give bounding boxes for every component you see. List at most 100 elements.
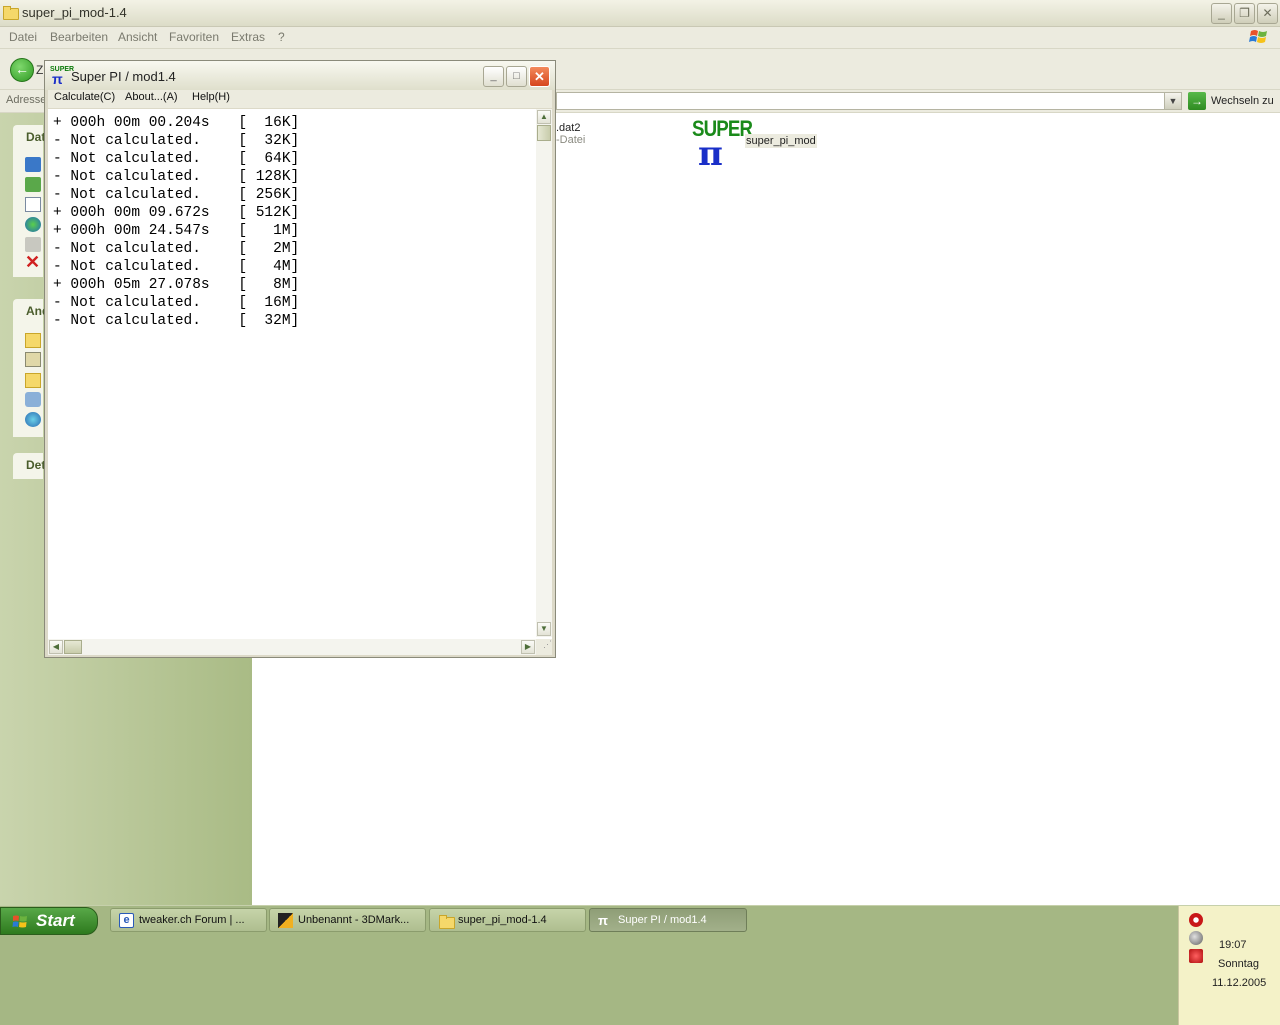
result-size: 512K xyxy=(255,205,291,221)
superpi-title: Super PI / mod1.4 xyxy=(71,69,176,84)
file-name: super_pi_mod xyxy=(745,134,817,148)
result-time: Not calculated. xyxy=(70,169,201,185)
result-time: Not calculated. xyxy=(70,313,201,329)
taskbar-button-superpi[interactable]: π Super PI / mod1.4 xyxy=(589,908,747,932)
result-mark: - xyxy=(53,295,62,311)
taskbar-label: super_pi_mod-1.4 xyxy=(458,914,547,926)
security-alert-icon[interactable] xyxy=(1189,949,1203,963)
computer-icon[interactable] xyxy=(25,392,41,407)
scroll-right-button[interactable]: ▶ xyxy=(521,640,535,654)
minimize-button[interactable]: _ xyxy=(483,66,504,87)
resize-grip-icon[interactable]: ⋰ xyxy=(536,639,552,655)
go-button[interactable]: → Wechseln zu xyxy=(1188,92,1278,110)
result-time: Not calculated. xyxy=(70,241,201,257)
menu-datei[interactable]: Datei xyxy=(9,30,37,44)
scroll-up-button[interactable]: ▲ xyxy=(537,110,551,124)
result-row: - Not calculated.[32K] xyxy=(53,133,300,149)
close-button[interactable]: ✕ xyxy=(529,66,550,87)
back-label: Z xyxy=(36,63,44,77)
superpi-window: SUPER π Super PI / mod1.4 _ □ ✕ Calculat… xyxy=(44,60,556,658)
menu-bearbeiten[interactable]: Bearbeiten xyxy=(50,30,108,44)
result-list: + 000h 00m 00.204s[16K] - Not calculated.… xyxy=(53,114,299,330)
delete-icon[interactable]: ✕ xyxy=(25,253,41,271)
address-input[interactable]: ▼ xyxy=(556,92,1182,110)
explorer-titlebar[interactable]: super_pi_mod-1.4 _ ❐ ✕ xyxy=(0,0,1280,27)
address-label: Adresse xyxy=(6,94,47,106)
horizontal-scrollbar[interactable]: ◀ ▶ xyxy=(48,639,536,655)
vertical-scroll-thumb[interactable] xyxy=(537,125,551,141)
result-size: 16M xyxy=(264,295,291,311)
result-mark: - xyxy=(53,259,62,275)
documents-icon[interactable] xyxy=(25,352,41,367)
maximize-button[interactable]: □ xyxy=(506,66,527,87)
result-mark: - xyxy=(53,241,62,257)
vertical-scrollbar[interactable]: ▲ ▼ xyxy=(536,109,552,637)
start-button[interactable]: Start xyxy=(0,907,98,935)
restore-button[interactable]: ❐ xyxy=(1234,3,1255,24)
result-row: - Not calculated.[64K] xyxy=(53,151,300,167)
result-time: 000h 00m 24.547s xyxy=(70,223,210,239)
result-row: + 000h 05m 27.078s[8M] xyxy=(53,277,300,293)
email-icon[interactable] xyxy=(25,237,41,252)
result-size: 128K xyxy=(255,169,291,185)
scroll-down-button[interactable]: ▼ xyxy=(537,622,551,636)
system-tray: 19:07 Sonntag 11.12.2005 xyxy=(1178,906,1280,1025)
menu-about[interactable]: About...(A) xyxy=(125,91,178,103)
result-mark: - xyxy=(53,133,62,149)
explorer-title: super_pi_mod-1.4 xyxy=(22,5,127,20)
network-icon[interactable] xyxy=(25,412,41,427)
explorer-menubar: Datei Bearbeiten Ansicht Favoriten Extra… xyxy=(0,27,1280,49)
result-time: 000h 00m 09.672s xyxy=(70,205,210,221)
task-box-file: Dat ✕ xyxy=(13,125,45,277)
rename-icon[interactable] xyxy=(25,157,41,172)
task-box-details: Det xyxy=(13,453,45,479)
taskbar-button-tweaker[interactable]: e tweaker.ch Forum | ... xyxy=(110,908,267,932)
result-row: - Not calculated.[4M] xyxy=(53,259,300,275)
menu-help[interactable]: Help(H) xyxy=(192,91,230,103)
horizontal-scroll-thumb[interactable] xyxy=(64,640,82,654)
result-mark: - xyxy=(53,313,62,329)
speaker-icon[interactable] xyxy=(1189,931,1203,945)
go-arrow-icon: → xyxy=(1188,92,1206,110)
chevron-down-icon[interactable]: ▼ xyxy=(1164,93,1181,109)
task-header-details[interactable]: Det xyxy=(26,458,45,472)
publish-web-icon[interactable] xyxy=(25,217,41,232)
result-time: Not calculated. xyxy=(70,187,201,203)
result-time: Not calculated. xyxy=(70,295,201,311)
clock-day: Sonntag xyxy=(1218,958,1259,970)
menu-favoriten[interactable]: Favoriten xyxy=(169,30,219,44)
settings-gear-icon[interactable] xyxy=(1189,913,1203,927)
superpi-menubar: Calculate(C) About...(A) Help(H) xyxy=(48,90,552,108)
taskbar-label: tweaker.ch Forum | ... xyxy=(139,914,245,926)
clock-date: 11.12.2005 xyxy=(1212,977,1267,989)
shared-folder-icon[interactable] xyxy=(25,373,41,388)
folder-icon[interactable] xyxy=(25,333,41,348)
file-type: -Datei xyxy=(556,134,586,146)
taskbar-button-3dmark[interactable]: Unbenannt - 3DMark... xyxy=(269,908,426,932)
menu-extras[interactable]: Extras xyxy=(231,30,265,44)
results-area: + 000h 00m 00.204s[16K] - Not calculated.… xyxy=(48,109,552,655)
result-row: + 000h 00m 09.672s[512K] xyxy=(53,205,300,221)
taskbar-label: Super PI / mod1.4 xyxy=(618,914,707,926)
minimize-button[interactable]: _ xyxy=(1211,3,1232,24)
menu-help[interactable]: ? xyxy=(278,30,285,44)
menu-calculate[interactable]: Calculate(C) xyxy=(54,91,115,103)
taskbar: Start e tweaker.ch Forum | ... Unbenannt… xyxy=(0,905,1280,1025)
close-button[interactable]: ✕ xyxy=(1257,3,1278,24)
scroll-left-button[interactable]: ◀ xyxy=(49,640,63,654)
back-arrow-icon[interactable]: ← xyxy=(10,58,34,82)
copy-icon[interactable] xyxy=(25,197,41,212)
result-size: 32K xyxy=(264,133,291,149)
3dmark-icon xyxy=(278,913,293,928)
superpi-titlebar[interactable]: SUPER π Super PI / mod1.4 _ □ ✕ xyxy=(45,61,555,90)
go-label: Wechseln zu xyxy=(1211,95,1274,107)
result-row: - Not calculated.[16M] xyxy=(53,295,300,311)
taskbar-button-explorer[interactable]: super_pi_mod-1.4 xyxy=(429,908,586,932)
menu-ansicht[interactable]: Ansicht xyxy=(118,30,157,44)
file-item-dat2[interactable]: .dat2 -Datei xyxy=(556,122,585,146)
clock-time[interactable]: 19:07 xyxy=(1219,939,1247,951)
move-icon[interactable] xyxy=(25,177,41,192)
superpi-app-icon: SUPER π xyxy=(692,116,753,174)
superpi-icon: π xyxy=(598,913,608,928)
task-header-file[interactable]: Dat xyxy=(26,130,45,144)
